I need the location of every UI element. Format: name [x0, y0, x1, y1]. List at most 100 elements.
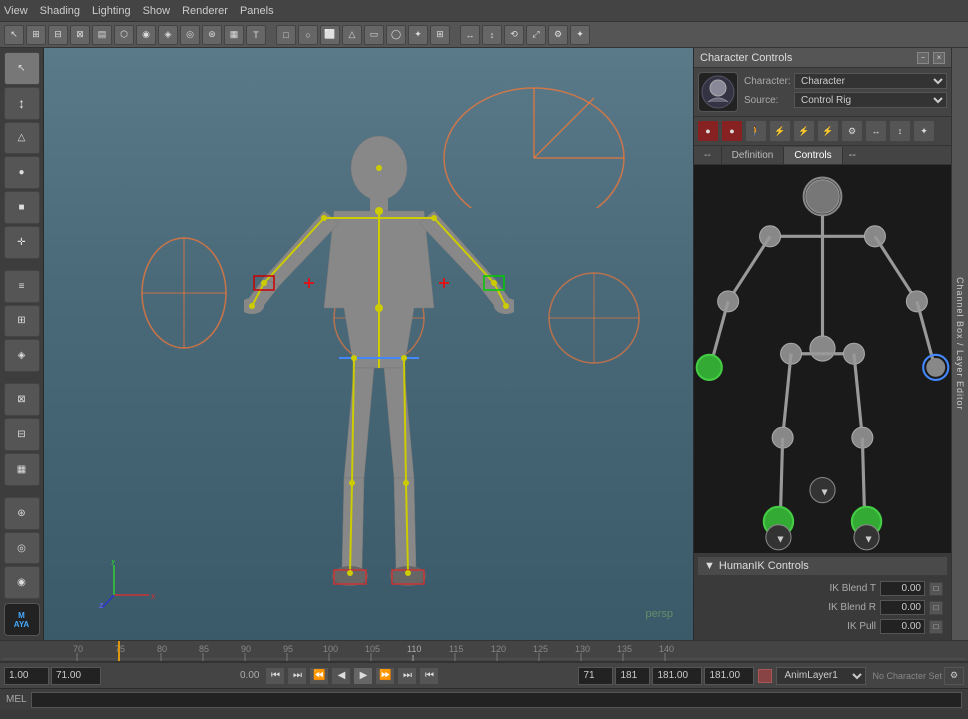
tool-r6[interactable]: ✦ [570, 25, 590, 45]
time-ruler[interactable]: 70 75 80 85 90 95 100 105 110 115 120 12… [0, 640, 968, 662]
left-tool-cube[interactable]: ■ [4, 191, 40, 224]
tool-7[interactable]: ◉ [136, 25, 156, 45]
icon-ik4[interactable]: ⚙ [841, 120, 863, 142]
icon-row: ● ● 🚶 ⚡ ⚡ ⚡ ⚙ ↔ ↕ ✦ [694, 117, 951, 146]
left-tool-lasso[interactable]: ↕ [4, 87, 40, 120]
ik-blend-t-btn[interactable]: □ [929, 582, 943, 596]
frame-current-input[interactable] [51, 667, 101, 685]
frame-input[interactable] [578, 667, 613, 685]
humanik-collapse-icon: ▼ [704, 560, 715, 572]
menu-lighting[interactable]: Lighting [92, 5, 131, 17]
tool-8[interactable]: ◈ [158, 25, 178, 45]
icon-ik3[interactable]: ⚡ [817, 120, 839, 142]
viewport[interactable]: x y z persp [44, 48, 693, 640]
left-tool-sphere[interactable]: ● [4, 156, 40, 189]
ik-blend-r-btn[interactable]: □ [929, 601, 943, 615]
tool-cube[interactable]: □ [276, 25, 296, 45]
source-select[interactable]: Control Rig [794, 92, 947, 108]
icon-ik1[interactable]: ⚡ [769, 120, 791, 142]
mel-input[interactable] [31, 692, 962, 708]
prev-key-btn[interactable]: ⏭ [287, 667, 307, 685]
menu-panels[interactable]: Panels [240, 5, 274, 17]
humanik-header[interactable]: ▼ HumanIK Controls [698, 557, 947, 575]
panel-close[interactable]: × [933, 52, 945, 64]
icon-person[interactable]: 🚶 [745, 120, 767, 142]
left-tool-select[interactable]: ↖ [4, 52, 40, 85]
ik-pull-input[interactable] [880, 619, 925, 634]
go-end-btn[interactable]: ⏮ [419, 667, 439, 685]
tool-10[interactable]: ⊛ [202, 25, 222, 45]
left-tool-layer3[interactable]: ◈ [4, 339, 40, 372]
select-tool[interactable]: ↖ [4, 25, 24, 45]
svg-text:▼: ▼ [863, 535, 873, 546]
frame-start-input[interactable] [4, 667, 49, 685]
tool-plane[interactable]: ▭ [364, 25, 384, 45]
range-start2[interactable] [652, 667, 702, 685]
icon-red2[interactable]: ● [721, 120, 743, 142]
tool-cam[interactable]: ⊞ [430, 25, 450, 45]
tool-12[interactable]: T [246, 25, 266, 45]
char-label: Character: [744, 76, 794, 87]
left-tool-grid2[interactable]: ⊟ [4, 418, 40, 451]
left-tool-paint[interactable]: △ [4, 122, 40, 155]
left-tool-photo2[interactable]: ◎ [4, 532, 40, 565]
tool-3[interactable]: ⊟ [48, 25, 68, 45]
left-tool-layer[interactable]: ≡ [4, 270, 40, 303]
play-back-btn[interactable]: ◀ [331, 667, 351, 685]
left-tool-photo3[interactable]: ◉ [4, 566, 40, 599]
left-tool-grid3[interactable]: ▦ [4, 453, 40, 486]
maya-logo: MAYA [4, 603, 40, 636]
icon-ik6[interactable]: ↕ [889, 120, 911, 142]
ik-pull-btn[interactable]: □ [929, 620, 943, 634]
tool-r5[interactable]: ⚙ [548, 25, 568, 45]
tab-controls[interactable]: Controls [784, 147, 842, 164]
tool-r2[interactable]: ↕ [482, 25, 502, 45]
viewport-oval-left [134, 233, 234, 353]
ik-blend-r-input[interactable] [880, 600, 925, 615]
tool-4[interactable]: ⊠ [70, 25, 90, 45]
tool-2[interactable]: ⊞ [26, 25, 46, 45]
menu-renderer[interactable]: Renderer [182, 5, 228, 17]
left-tool-photo[interactable]: ⊛ [4, 497, 40, 530]
range-end-input[interactable] [615, 667, 650, 685]
play-fwd-btn[interactable]: ▶ [353, 667, 373, 685]
icon-ik7[interactable]: ✦ [913, 120, 935, 142]
left-tool-move[interactable]: ✛ [4, 226, 40, 259]
tool-9[interactable]: ◎ [180, 25, 200, 45]
tool-light[interactable]: ✦ [408, 25, 428, 45]
tool-cone[interactable]: △ [342, 25, 362, 45]
next-key-btn[interactable]: ⏭ [397, 667, 417, 685]
tool-cyl[interactable]: ⬜ [320, 25, 340, 45]
icon-ik2[interactable]: ⚡ [793, 120, 815, 142]
tab-more2[interactable]: -- [843, 146, 862, 164]
tool-r3[interactable]: ⟲ [504, 25, 524, 45]
icon-ik5[interactable]: ↔ [865, 120, 887, 142]
tab-more1[interactable]: -- [694, 147, 722, 164]
char-select[interactable]: Character [794, 73, 947, 89]
step-back-btn[interactable]: ⏪ [309, 667, 329, 685]
left-tool-grid[interactable]: ⊠ [4, 383, 40, 416]
tool-11[interactable]: ▦ [224, 25, 244, 45]
menu-shading[interactable]: Shading [40, 5, 80, 17]
step-fwd-btn[interactable]: ⏩ [375, 667, 395, 685]
anim-options-btn[interactable]: ⚙ [944, 667, 964, 685]
tab-definition[interactable]: Definition [722, 147, 785, 164]
tool-5[interactable]: ▤ [92, 25, 112, 45]
anim-layer-select[interactable]: AnimLayer1 [776, 667, 866, 685]
char-fields: Character: Character Source: Control Rig [744, 73, 947, 111]
range-end2[interactable] [704, 667, 754, 685]
left-tool-layer2[interactable]: ⊞ [4, 305, 40, 338]
panel-minimize[interactable]: − [917, 52, 929, 64]
channel-box-tab[interactable]: Channel Box / Layer Editor [951, 48, 968, 640]
ik-blend-t-input[interactable] [880, 581, 925, 596]
tool-r1[interactable]: ↔ [460, 25, 480, 45]
go-start-btn[interactable]: ⏮ [265, 667, 285, 685]
tool-torus[interactable]: ◯ [386, 25, 406, 45]
menu-show[interactable]: Show [143, 5, 171, 17]
tool-sphere[interactable]: ○ [298, 25, 318, 45]
icon-red1[interactable]: ● [697, 120, 719, 142]
menu-view[interactable]: View [4, 5, 28, 17]
tool-r4[interactable]: ⤢ [526, 25, 546, 45]
tool-6[interactable]: ⬡ [114, 25, 134, 45]
left-panel: ↖ ↕ △ ● ■ ✛ ≡ ⊞ ◈ ⊠ ⊟ ▦ ⊛ ◎ ◉ MAYA [0, 48, 44, 640]
